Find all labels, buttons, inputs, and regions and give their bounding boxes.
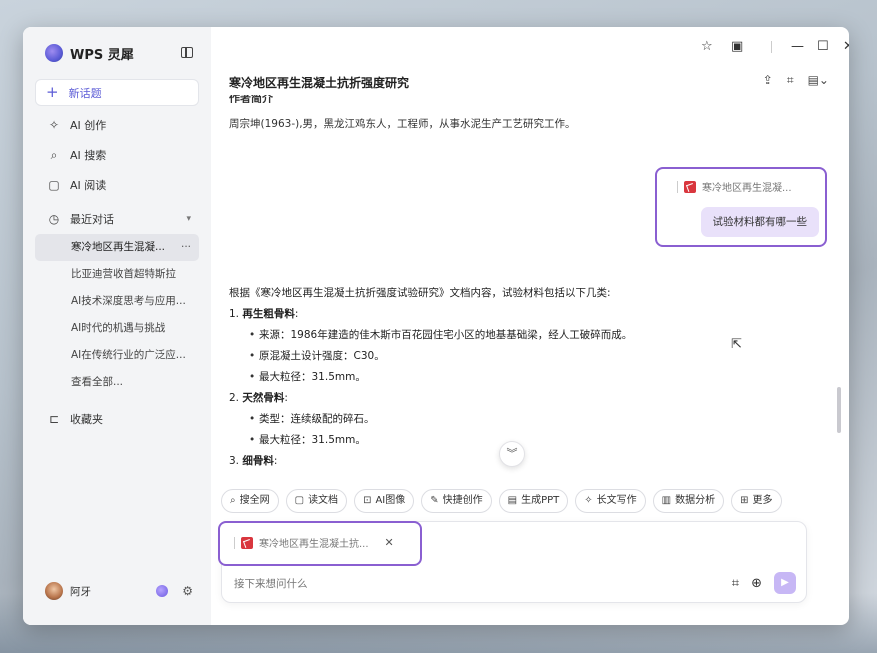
bullet-item: 最大粒径：31.5mm。: [229, 430, 819, 451]
pdf-file-icon: [684, 180, 696, 193]
favorites-item[interactable]: ⊏ 收藏夹: [35, 404, 199, 434]
tool-read-doc[interactable]: ▢ 读文档: [285, 489, 348, 513]
scrollbar[interactable]: [837, 387, 841, 433]
attachment-highlight: 寒冷地区再生混凝土抗... ✕: [218, 521, 422, 566]
attachment-name: 寒冷地区再生混凝土抗...: [259, 539, 369, 550]
tool-bar: ⌕ 搜全网 ▢ 读文档 ⊡ AI图像 ✎ 快捷创作 ▤ 生成PPT ✧ 长文写作 ▥ 数据分析…: [221, 489, 782, 513]
author-line: 周宗坤(1963-),男，黑龙江鸡东人，工程师，从事水泥生产工艺研究工作。: [229, 118, 576, 130]
add-icon[interactable]: ⊕: [751, 576, 762, 591]
tool-quick-create[interactable]: ✎ 快捷创作: [421, 489, 492, 513]
tool-ai-image[interactable]: ⊡ AI图像: [354, 489, 415, 513]
recent-section-toggle[interactable]: ◷ 最近对话 ▾: [35, 204, 199, 234]
header-actions: ⇪ ⌗ ▤⌄: [763, 73, 829, 88]
nav-label: AI 搜索: [70, 149, 107, 162]
scroll-down-button[interactable]: ︾: [499, 441, 525, 467]
tool-long-writing[interactable]: ✧ 长文写作: [575, 489, 646, 513]
main-panel: ☆ ▣ — ☐ ✕ 寒冷地区再生混凝土抗折强度研究 ⇪ ⌗ ▤⌄ 作者简介 周宗…: [211, 27, 849, 625]
export-icon[interactable]: ▤⌄: [808, 73, 829, 88]
avatar[interactable]: [45, 582, 63, 600]
gear-icon[interactable]: ⚙: [182, 584, 193, 598]
new-chat-label: 新话题: [68, 86, 102, 100]
nav-label: AI 阅读: [70, 179, 107, 192]
member-badge-icon[interactable]: [156, 585, 169, 597]
share-icon[interactable]: ⇪: [763, 73, 773, 88]
title-bar: ☆ ▣ — ☐ ✕: [211, 27, 849, 67]
sidebar: WPS 灵犀 + 新话题 ✧ AI 创作 ⌕ AI 搜索 ▢ AI 阅读 ◷ 最…: [23, 27, 211, 625]
close-icon[interactable]: ✕: [843, 39, 849, 54]
nav-item-ai-read[interactable]: ▢ AI 阅读: [35, 170, 199, 200]
chart-icon: ▥: [661, 495, 672, 506]
recent-item[interactable]: AI在传统行业的广泛应...: [35, 342, 199, 369]
user-message-highlight: 寒冷地区再生混凝... 试验材料都有哪一些: [655, 167, 827, 247]
layout-icon[interactable]: ▣: [731, 39, 743, 54]
sparkle-icon: ✧: [48, 118, 60, 132]
nav-label: AI 创作: [70, 119, 107, 132]
nav-item-ai-create[interactable]: ✧ AI 创作: [35, 110, 199, 140]
title-separator: [771, 41, 772, 53]
book-icon: ▢: [294, 495, 305, 506]
divider: [677, 180, 678, 193]
user-question-bubble: 试验材料都有哪一些: [700, 207, 819, 237]
tool-data-analysis[interactable]: ▥ 数据分析: [652, 489, 725, 513]
sparkle-icon: ✧: [584, 495, 593, 506]
pin-icon[interactable]: ☆: [701, 39, 713, 54]
tool-search-web[interactable]: ⌕ 搜全网: [221, 489, 279, 513]
pen-icon: ✎: [430, 495, 439, 506]
crop-icon[interactable]: ⌗: [732, 576, 739, 591]
bookmark-icon: ⊏: [48, 412, 60, 426]
view-all-link[interactable]: 查看全部...: [35, 369, 199, 396]
minimize-icon[interactable]: —: [791, 39, 804, 54]
recent-item[interactable]: 比亚迪营收首超特斯拉: [35, 261, 199, 288]
tool-more[interactable]: ⊞ 更多: [731, 489, 782, 513]
tool-generate-ppt[interactable]: ▤ 生成PPT: [498, 489, 569, 513]
list-item: 2. 天然骨料:: [229, 392, 288, 404]
composer-tools: ⌗ ⊕ ▶: [732, 572, 796, 594]
message-input[interactable]: [234, 578, 654, 590]
app-window: WPS 灵犀 + 新话题 ✧ AI 创作 ⌕ AI 搜索 ▢ AI 阅读 ◷ 最…: [23, 27, 849, 625]
chevron-down-icon: ▾: [186, 214, 191, 224]
sidebar-footer: 阿牙 ⚙: [35, 579, 199, 603]
clock-icon: ◷: [48, 212, 60, 226]
brand: WPS 灵犀: [35, 27, 199, 79]
more-icon[interactable]: ···: [181, 234, 191, 261]
recent-item-active[interactable]: 寒冷地区再生混凝... ···: [35, 234, 199, 261]
recent-item[interactable]: AI技术深度思考与应用...: [35, 288, 199, 315]
recent-label: 最近对话: [70, 213, 114, 226]
search-icon: ⌕: [50, 147, 58, 162]
recent-item-label: 寒冷地区再生混凝...: [71, 241, 166, 253]
divider: [234, 536, 235, 549]
pdf-file-icon: [241, 536, 253, 549]
attachment-chip[interactable]: 寒冷地区再生混凝土抗... ✕: [234, 535, 394, 550]
wps-logo-icon: [45, 44, 63, 62]
crop-icon[interactable]: ⌗: [787, 73, 794, 88]
app-name: WPS 灵犀: [70, 47, 134, 63]
maximize-icon[interactable]: ☐: [817, 39, 829, 54]
doc-title: 寒冷地区再生混凝土抗折强度研究: [229, 76, 410, 90]
username: 阿牙: [70, 585, 91, 598]
image-icon: ⊡: [363, 495, 372, 506]
recent-item[interactable]: AI时代的机遇与挑战: [35, 315, 199, 342]
mouse-cursor-icon: ⇱: [731, 337, 742, 352]
favorites-label: 收藏夹: [70, 413, 103, 426]
read-icon: ▢: [48, 178, 60, 192]
new-chat-button[interactable]: + 新话题: [35, 79, 199, 106]
list-item: 1. 再生粗骨料:: [229, 308, 299, 320]
search-icon: ⌕: [230, 495, 236, 506]
ppt-icon: ▤: [507, 495, 518, 506]
plus-icon: +: [46, 83, 59, 101]
message-file-chip[interactable]: 寒冷地区再生混凝...: [677, 179, 792, 194]
answer-lead: 根据《寒冷地区再生混凝土抗折强度试验研究》文档内容，试验材料包括以下几类:: [229, 287, 611, 299]
nav-item-ai-search[interactable]: ⌕ AI 搜索: [35, 140, 199, 170]
close-icon[interactable]: ✕: [385, 536, 394, 549]
bullet-item: 最大粒径：31.5mm。: [229, 367, 819, 388]
composer: 寒冷地区再生混凝土抗... ✕ ⌗ ⊕ ▶: [218, 521, 807, 603]
file-name: 寒冷地区再生混凝...: [702, 183, 792, 194]
assistant-answer: 根据《寒冷地区再生混凝土抗折强度试验研究》文档内容，试验材料包括以下几类: 1.…: [229, 282, 819, 472]
grid-icon: ⊞: [740, 495, 749, 506]
send-button[interactable]: ▶: [774, 572, 796, 594]
bullet-item: 类型：连续级配的碎石。: [229, 409, 819, 430]
section-heading-cut: 作者简介: [229, 95, 273, 103]
sidebar-toggle-icon[interactable]: [181, 47, 193, 58]
